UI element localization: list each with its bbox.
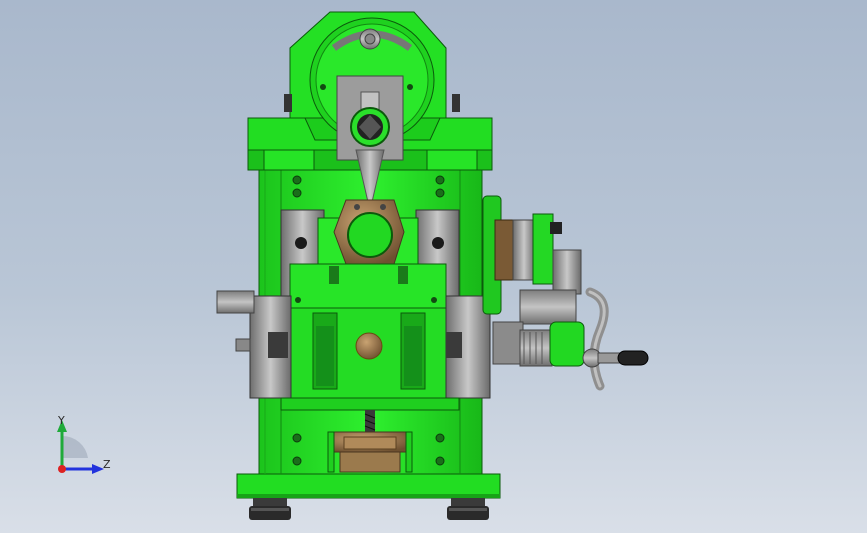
z-axis-label: Z xyxy=(103,458,111,471)
cad-viewport[interactable] xyxy=(0,0,867,533)
left-shaft xyxy=(216,290,255,314)
x-axis-marker xyxy=(58,465,66,473)
crank-handle[interactable] xyxy=(597,350,649,366)
cross-slide xyxy=(289,263,447,309)
leveling-foot-right xyxy=(447,498,489,520)
leveling-foot-left xyxy=(249,498,291,520)
vice-bottom-rail xyxy=(280,397,460,411)
vice-body xyxy=(289,307,447,409)
feed-gearbox xyxy=(482,195,585,367)
y-axis-label: Y xyxy=(57,414,65,427)
hand-crank-wheel[interactable] xyxy=(582,287,609,391)
base-plate xyxy=(236,473,501,499)
orientation-triad: Y Z xyxy=(57,414,111,474)
